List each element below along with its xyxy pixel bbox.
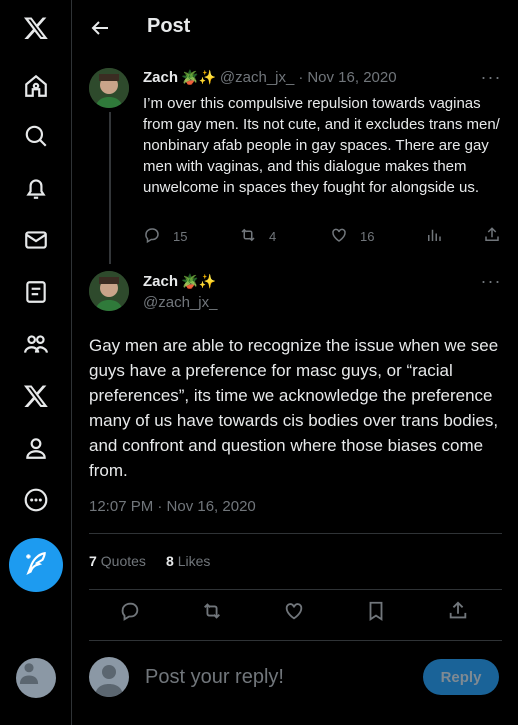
likes-stat[interactable]: 8 Likes bbox=[166, 553, 210, 569]
x-logo-icon[interactable] bbox=[16, 8, 56, 48]
divider bbox=[89, 589, 502, 590]
main-author-name[interactable]: Zach bbox=[143, 273, 178, 290]
divider bbox=[89, 640, 502, 641]
notifications-icon[interactable] bbox=[16, 168, 56, 208]
profile-icon[interactable] bbox=[16, 428, 56, 468]
page-title: Post bbox=[147, 15, 191, 37]
repost-icon bbox=[239, 226, 257, 247]
more-icon[interactable] bbox=[16, 480, 56, 520]
parent-like-button[interactable]: 16 bbox=[330, 226, 374, 247]
parent-tweet-date[interactable]: Nov 16, 2020 bbox=[307, 69, 396, 86]
reply-avatar bbox=[89, 657, 129, 697]
bookmark-icon bbox=[365, 600, 387, 625]
main-like-button[interactable] bbox=[283, 600, 305, 625]
quotes-count: 7 bbox=[89, 553, 97, 569]
left-nav-rail bbox=[0, 0, 72, 725]
communities-icon[interactable] bbox=[16, 324, 56, 364]
main-author-emoji: 🪴✨ bbox=[181, 273, 216, 289]
quotes-stat[interactable]: 7 Quotes bbox=[89, 553, 146, 569]
page-header: Post bbox=[72, 0, 518, 56]
reply-icon bbox=[119, 600, 141, 625]
main-author-handle[interactable]: @zach_jx_ bbox=[143, 294, 217, 311]
parent-author-row: Zach 🪴✨ @zach_jx_ · Nov 16, 2020 bbox=[143, 69, 397, 86]
main-author-handle-row: @zach_jx_ bbox=[143, 294, 217, 311]
parent-author-handle[interactable]: @zach_jx_ bbox=[220, 69, 294, 86]
main-author-avatar[interactable] bbox=[89, 271, 129, 311]
reply-icon bbox=[143, 226, 161, 247]
analytics-icon bbox=[425, 226, 443, 247]
reply-input[interactable] bbox=[145, 663, 405, 691]
main-author-name-row: Zach 🪴✨ bbox=[143, 273, 216, 290]
main-repost-button[interactable] bbox=[201, 600, 223, 625]
share-icon bbox=[483, 226, 501, 247]
repost-icon bbox=[201, 600, 223, 625]
parent-reply-count: 15 bbox=[173, 229, 188, 244]
likes-count: 8 bbox=[165, 553, 174, 569]
parent-like-count: 16 bbox=[360, 229, 375, 244]
parent-tweet-text: I’m over this compulsive repulsion towar… bbox=[143, 95, 500, 196]
parent-reply-button[interactable]: 15 bbox=[143, 226, 187, 247]
parent-author-name[interactable]: Zach bbox=[143, 69, 178, 86]
parent-repost-button[interactable]: 4 bbox=[239, 226, 276, 247]
compose-feather-icon bbox=[23, 550, 49, 581]
parent-repost-count: 4 bbox=[269, 229, 277, 244]
parent-views-button[interactable] bbox=[425, 226, 443, 247]
search-icon[interactable] bbox=[16, 116, 56, 156]
lists-icon[interactable] bbox=[16, 272, 56, 312]
heart-icon bbox=[330, 226, 348, 247]
main-reply-button[interactable] bbox=[119, 600, 141, 625]
share-icon bbox=[447, 600, 469, 625]
messages-icon[interactable] bbox=[16, 220, 56, 260]
main-share-button[interactable] bbox=[447, 600, 469, 625]
main-tweet-timestamp[interactable]: 12:07 PM · Nov 16, 2020 bbox=[89, 498, 256, 515]
likes-label: Likes bbox=[177, 553, 211, 569]
back-arrow-icon[interactable] bbox=[88, 16, 112, 40]
separator-dot: · bbox=[298, 69, 304, 86]
compose-button[interactable] bbox=[9, 538, 63, 592]
heart-icon bbox=[283, 600, 305, 625]
home-icon[interactable] bbox=[16, 66, 56, 106]
parent-more-options-icon[interactable]: ··· bbox=[481, 67, 501, 87]
account-avatar[interactable] bbox=[16, 658, 56, 698]
main-bookmark-button[interactable] bbox=[365, 600, 387, 625]
quotes-label: Quotes bbox=[100, 553, 146, 569]
reply-button[interactable]: Reply bbox=[423, 659, 499, 695]
divider bbox=[89, 533, 502, 534]
main-tweet-actions bbox=[89, 600, 502, 628]
main-more-options-icon[interactable]: ··· bbox=[481, 271, 501, 291]
parent-share-button[interactable] bbox=[483, 226, 501, 247]
parent-author-avatar[interactable] bbox=[89, 68, 129, 108]
parent-tweet-actions: 15 4 16 bbox=[143, 226, 503, 250]
engagement-stats: 7 Quotes 8 Likes bbox=[89, 553, 230, 569]
premium-x-icon[interactable] bbox=[16, 376, 56, 416]
thread-connector-line bbox=[109, 112, 111, 264]
parent-author-emoji: 🪴✨ bbox=[181, 69, 216, 85]
main-tweet-text: Gay men are able to recognize the issue … bbox=[89, 336, 499, 480]
